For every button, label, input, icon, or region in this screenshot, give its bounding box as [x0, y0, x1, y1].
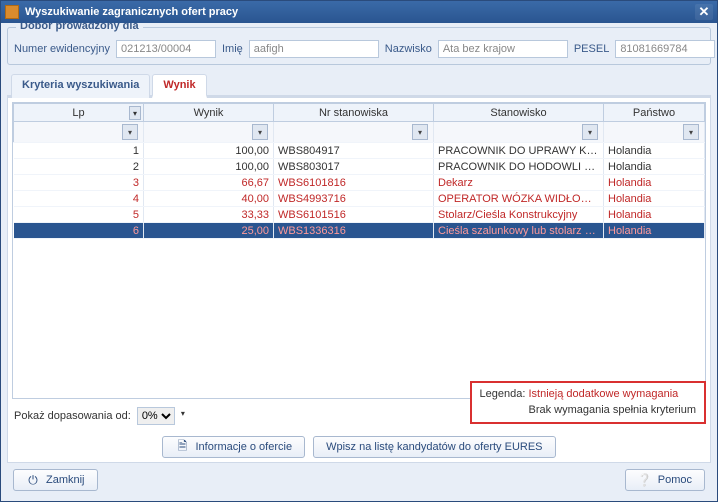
info-button[interactable]: 🗎 Informacje o ofercie — [162, 436, 305, 458]
filter-dropdown-icon[interactable]: ▾ — [582, 124, 598, 140]
tab-kryteria[interactable]: Kryteria wyszukiwania — [11, 74, 150, 98]
table-row[interactable]: 366,67WBS6101816DekarzHolandia — [14, 175, 705, 191]
pesel-label: PESEL — [574, 43, 609, 55]
table-row[interactable]: 1100,00WBS804917PRACOWNIK DO UPRAWY KWIA… — [14, 143, 705, 159]
app-icon — [5, 5, 19, 19]
legenda-line2: Brak wymagania spełnia kryterium — [528, 404, 696, 416]
pesel-field[interactable] — [615, 40, 715, 58]
numer-label: Numer ewidencyjny — [14, 43, 110, 55]
numer-field[interactable] — [116, 40, 216, 58]
match-select[interactable]: 0% — [137, 407, 175, 425]
chevron-down-icon[interactable]: ▾ — [181, 409, 195, 423]
filter-dropdown-icon[interactable]: ▾ — [683, 124, 699, 140]
tab-wynik[interactable]: Wynik — [152, 74, 206, 98]
col-stan[interactable]: Stanowisko — [434, 104, 604, 122]
imie-field[interactable] — [249, 40, 379, 58]
col-panstwo[interactable]: Państwo — [604, 104, 705, 122]
dobor-group: Dobór prowadzony dla Numer ewidencyjny I… — [7, 27, 711, 65]
col-wynik[interactable]: Wynik — [144, 104, 274, 122]
nazwisko-label: Nazwisko — [385, 43, 432, 55]
zamknij-button[interactable]: ⏻ Zamknij — [13, 469, 98, 491]
col-lp[interactable]: Lp▾ — [14, 104, 144, 122]
filter-dropdown-icon[interactable]: ▾ — [252, 124, 268, 140]
dobor-legend: Dobór prowadzony dla — [16, 23, 143, 32]
pomoc-button[interactable]: ❔ Pomoc — [625, 469, 705, 491]
table-row[interactable]: 2100,00WBS803017PRACOWNIK DO HODOWLI PIE… — [14, 159, 705, 175]
legenda-box: Legenda: Istnieją dodatkowe wymagania Le… — [470, 381, 706, 424]
legenda-label: Legenda: — [480, 388, 526, 400]
help-icon: ❔ — [638, 473, 652, 487]
table-row[interactable]: 533,33WBS6101516Stolarz/Cieśla Konstrukc… — [14, 207, 705, 223]
filter-dropdown-icon[interactable]: ▾ — [412, 124, 428, 140]
legenda-line1: Istnieją dodatkowe wymagania — [528, 388, 678, 400]
results-grid[interactable]: Lp▾ Wynik Nr stanowiska Stanowisko Państ… — [12, 102, 706, 399]
chevron-down-icon[interactable]: ▾ — [129, 106, 141, 120]
table-row[interactable]: 440,00WBS4993716OPERATOR WÓZKA WIDŁOWEGO… — [14, 191, 705, 207]
close-icon[interactable]: ✕ — [695, 4, 713, 20]
filter-dropdown-icon[interactable]: ▾ — [122, 124, 138, 140]
nazwisko-field[interactable] — [438, 40, 568, 58]
close-door-icon: ⏻ — [26, 473, 40, 487]
tab-strip: Kryteria wyszukiwania Wynik — [7, 71, 711, 98]
wpisz-button[interactable]: Wpisz na listę kandydatów do oferty EURE… — [313, 436, 555, 458]
match-label: Pokaż dopasowania od: — [14, 410, 131, 422]
col-nr[interactable]: Nr stanowiska — [274, 104, 434, 122]
window-title: Wyszukiwanie zagranicznych ofert pracy — [25, 6, 238, 18]
imie-label: Imię — [222, 43, 243, 55]
title-bar: Wyszukiwanie zagranicznych ofert pracy ✕ — [1, 1, 717, 23]
document-icon: 🗎 — [175, 440, 189, 454]
table-row[interactable]: 625,00WBS1336316Cieśla szalunkowy lub st… — [14, 223, 705, 239]
